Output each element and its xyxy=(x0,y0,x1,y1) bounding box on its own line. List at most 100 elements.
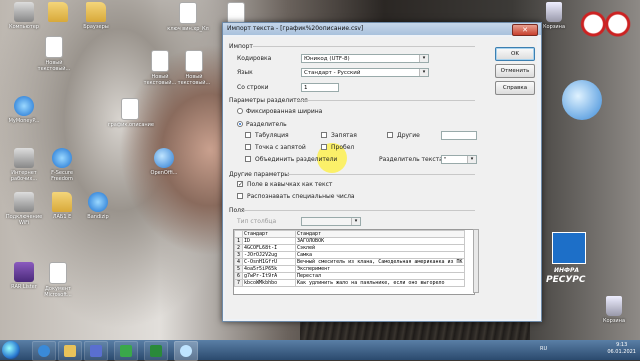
fixed-width-label: Фиксированная ширина xyxy=(246,108,323,115)
separated-radio[interactable] xyxy=(237,121,243,127)
column-type-select[interactable]: ▾ xyxy=(301,217,361,226)
text-import-dialog: Импорт текста - [график%20описание.csv] … xyxy=(222,22,542,322)
from-row-input[interactable]: 1 xyxy=(301,83,339,92)
openoffice-gadget-icon[interactable] xyxy=(562,80,602,120)
detect-numbers-label: Распознавать специальные числа xyxy=(247,193,355,200)
tab-label: Табуляция xyxy=(255,132,289,139)
taskbar-media-button[interactable] xyxy=(84,341,108,361)
clock-date: 06.01.2021 xyxy=(607,349,636,355)
desktop-icon[interactable]: Bandizip xyxy=(76,192,120,220)
preview-header-row: Стандарт Стандарт xyxy=(234,230,465,238)
fixed-width-radio[interactable] xyxy=(237,108,243,114)
desktop-icon-label: ключ вин.хр_Кл xyxy=(167,26,209,32)
semicolon-checkbox[interactable] xyxy=(245,144,251,150)
doc-icon xyxy=(121,98,139,120)
help-button[interactable]: Справка xyxy=(495,81,535,95)
language-label: Язык xyxy=(237,69,253,76)
desktop-icon[interactable]: Браузеры xyxy=(74,2,118,30)
detect-numbers-checkbox[interactable] xyxy=(237,193,243,199)
desktop-icon-label: Документ Microsoft... xyxy=(44,286,72,298)
desktop-icon[interactable]: Корзина xyxy=(592,296,636,324)
dialog-titlebar[interactable]: Импорт текста - [график%20описание.csv] … xyxy=(223,23,541,36)
doc-icon xyxy=(227,2,245,24)
language-indicator[interactable]: RU xyxy=(540,346,547,352)
doc-icon xyxy=(185,50,203,72)
taskbar-ie-button[interactable] xyxy=(32,341,56,361)
text-delim-select[interactable]: " ▾ xyxy=(441,155,477,164)
rar-icon xyxy=(14,262,34,282)
doc-icon xyxy=(49,262,67,284)
clock-gadget[interactable] xyxy=(576,8,634,40)
openoffice-icon xyxy=(180,345,192,357)
desktop-icon[interactable]: график.описание xyxy=(108,98,154,128)
desktop-icon-label: OpenOffi... xyxy=(150,170,178,176)
dialog-title: Импорт текста - [график%20описание.csv] xyxy=(227,25,364,32)
column-type-label: Тип столбца xyxy=(237,218,277,225)
doc-icon xyxy=(45,36,63,58)
column-header[interactable]: Стандарт xyxy=(242,230,296,238)
other-options-section-label: Другие параметры xyxy=(229,171,290,178)
desktop-icon[interactable]: MyMoneyP... xyxy=(2,96,46,124)
other-input[interactable] xyxy=(441,131,477,140)
desktop-icon[interactable]: Новый текстовый... xyxy=(32,36,76,72)
camtasia-icon xyxy=(150,345,162,357)
chevron-down-icon: ▾ xyxy=(467,156,476,163)
quoted-as-text-checkbox[interactable]: ✓ xyxy=(237,181,243,188)
gray-icon xyxy=(14,2,34,22)
preview-scrollbar[interactable] xyxy=(473,229,479,293)
space-checkbox[interactable] xyxy=(321,144,327,150)
logo-line1: ИНФРА xyxy=(554,267,580,274)
desktop-icon[interactable]: Новый текстовый... xyxy=(172,50,216,86)
table-cell: ЗАГОЛОВОК xyxy=(295,237,465,245)
row-number: 6 xyxy=(234,272,243,280)
close-button[interactable]: ✕ xyxy=(512,24,538,36)
desktop-icon[interactable]: Документ Microsoft... xyxy=(36,262,80,298)
blue-icon xyxy=(52,148,72,168)
folder-icon xyxy=(64,345,76,357)
table-row: 6 g7wPr-It9rA Перестал xyxy=(234,272,465,280)
desktop-icon[interactable]: OpenOffi... xyxy=(142,148,186,176)
divider xyxy=(297,100,475,101)
desktop-icon[interactable]: F-Secure Freedom xyxy=(40,148,84,182)
row-number: 1 xyxy=(234,237,243,245)
chevron-down-icon: ▾ xyxy=(351,218,360,225)
corner-cell xyxy=(234,230,243,238)
doc-icon xyxy=(151,50,169,72)
merge-label: Объединить разделители xyxy=(255,156,338,163)
taskbar-openoffice-button[interactable] xyxy=(174,341,198,361)
taskbar-camtasia2-button[interactable] xyxy=(144,341,168,361)
import-section-label: Импорт xyxy=(229,43,253,50)
table-cell: Вечный смеситель из клана, Самодельная а… xyxy=(295,258,465,266)
column-header[interactable]: Стандарт xyxy=(295,230,465,238)
start-button[interactable] xyxy=(2,341,20,359)
folder-icon xyxy=(86,2,106,22)
encoding-select[interactable]: Юникод (UTF-8) ▾ xyxy=(301,54,429,63)
desktop-icon-label: график.описание xyxy=(108,122,154,128)
language-select[interactable]: Стандарт - Русский ▾ xyxy=(301,68,429,77)
table-cell: 4oa5r5iP65k xyxy=(242,265,296,273)
desktop-icon-label: Браузеры xyxy=(83,24,109,30)
desktop-icon[interactable]: ключ вин.хр_Кл xyxy=(166,2,210,32)
table-cell: Как удлинить жало на паяльнике, если оно… xyxy=(295,279,465,287)
desktop-icon-label: Новый текстовый... xyxy=(177,74,211,86)
preview-grid[interactable]: Стандарт Стандарт 1 ID ЗАГОЛОВОК 2 4GCOFL68t-I… xyxy=(233,229,475,295)
comma-checkbox[interactable] xyxy=(321,132,327,138)
cancel-button[interactable]: Отменить xyxy=(495,64,535,78)
infra-resurs-gadget[interactable]: ИНФРА РЕСУРС xyxy=(538,230,598,290)
clock[interactable]: 9:13 06.01.2021 xyxy=(607,342,636,356)
table-cell: g7wPr-It9rA xyxy=(242,272,296,280)
preview-table: Стандарт Стандарт 1 ID ЗАГОЛОВОК 2 4GCOFL68t-I… xyxy=(234,230,465,287)
taskbar-explorer-button[interactable] xyxy=(58,341,82,361)
text-delim-value: " xyxy=(444,157,447,163)
row-number: 5 xyxy=(234,265,243,273)
taskbar: RU 9:13 06.01.2021 xyxy=(0,340,640,361)
merge-checkbox[interactable] xyxy=(245,156,251,162)
row-number: 3 xyxy=(234,251,243,259)
other-checkbox[interactable] xyxy=(387,132,393,138)
row-number: 4 xyxy=(234,258,243,266)
table-row: 1 ID ЗАГОЛОВОК xyxy=(234,237,465,245)
trash-icon xyxy=(546,2,562,22)
taskbar-camtasia-button[interactable] xyxy=(114,341,138,361)
ok-button[interactable]: OK xyxy=(495,47,535,61)
tab-checkbox[interactable] xyxy=(245,132,251,138)
